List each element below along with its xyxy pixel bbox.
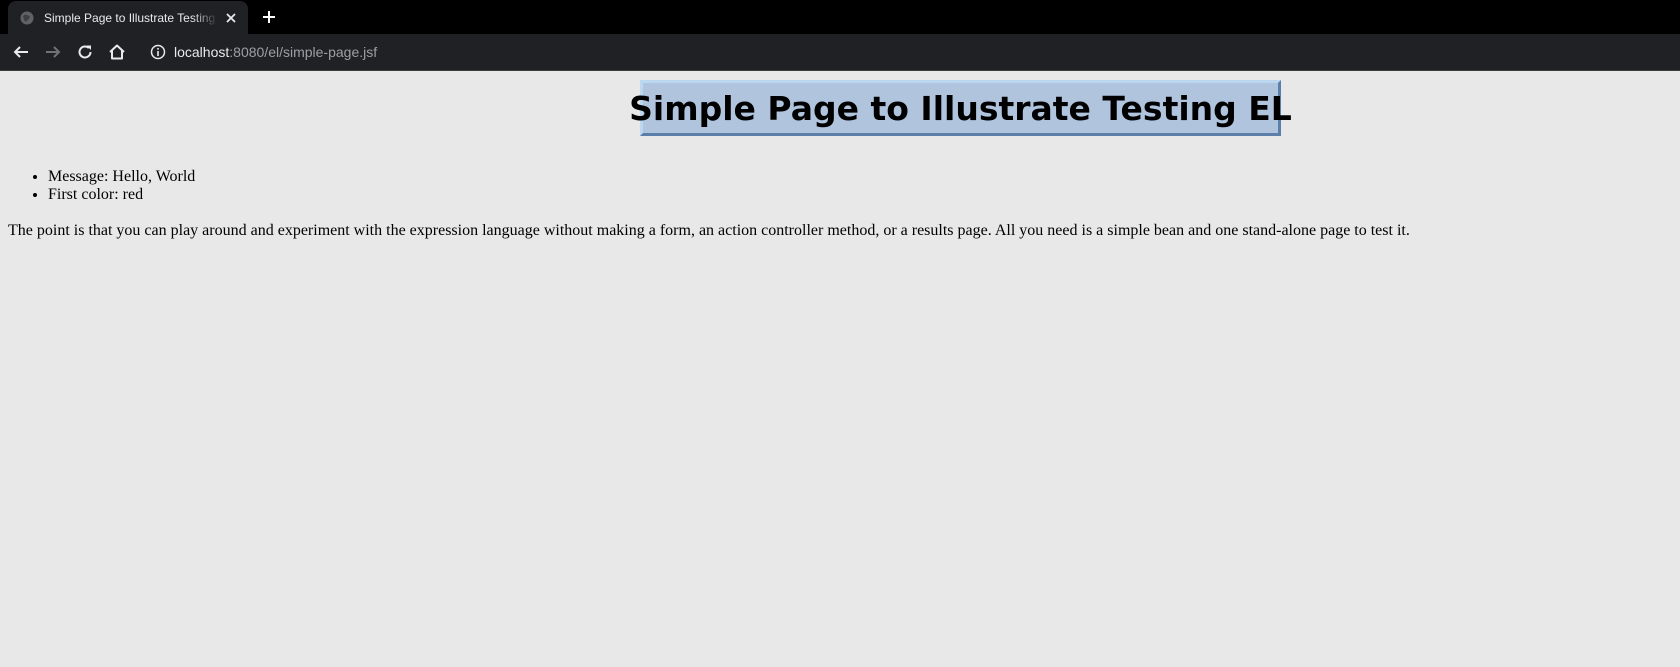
plus-icon[interactable] <box>259 7 279 27</box>
list-item-first-color: First color: red <box>48 186 195 204</box>
info-list: Message: Hello, World First color: red <box>8 168 195 204</box>
page-content: Simple Page to Illustrate Testing EL Mes… <box>0 71 1680 667</box>
browser-toolbar: localhost:8080/el/simple-page.jsf <box>0 34 1680 70</box>
url-path: :8080/el/simple-page.jsf <box>229 44 378 60</box>
title-panel: Simple Page to Illustrate Testing EL <box>629 80 1292 136</box>
tab-title: Simple Page to Illustrate Testing EL <box>44 10 218 25</box>
page-title: Simple Page to Illustrate Testing EL <box>629 88 1292 128</box>
explanation-paragraph: The point is that you can play around an… <box>8 222 1410 239</box>
tab-active[interactable]: Simple Page to Illustrate Testing EL <box>8 1 248 34</box>
url-text: localhost:8080/el/simple-page.jsf <box>174 44 377 60</box>
home-icon[interactable] <box>106 41 128 63</box>
forward-arrow-icon[interactable] <box>42 41 64 63</box>
url-host: localhost <box>174 44 230 60</box>
globe-icon <box>19 10 35 26</box>
close-icon[interactable] <box>222 9 240 27</box>
reload-icon[interactable] <box>74 41 96 63</box>
address-bar[interactable]: localhost:8080/el/simple-page.jsf <box>140 38 1680 66</box>
browser-chrome: Simple Page to Illustrate Testing EL loc… <box>0 0 1680 71</box>
list-item-message: Message: Hello, World <box>48 168 195 186</box>
tab-strip: Simple Page to Illustrate Testing EL <box>0 0 1680 34</box>
back-arrow-icon[interactable] <box>10 41 32 63</box>
info-icon[interactable] <box>150 44 166 60</box>
